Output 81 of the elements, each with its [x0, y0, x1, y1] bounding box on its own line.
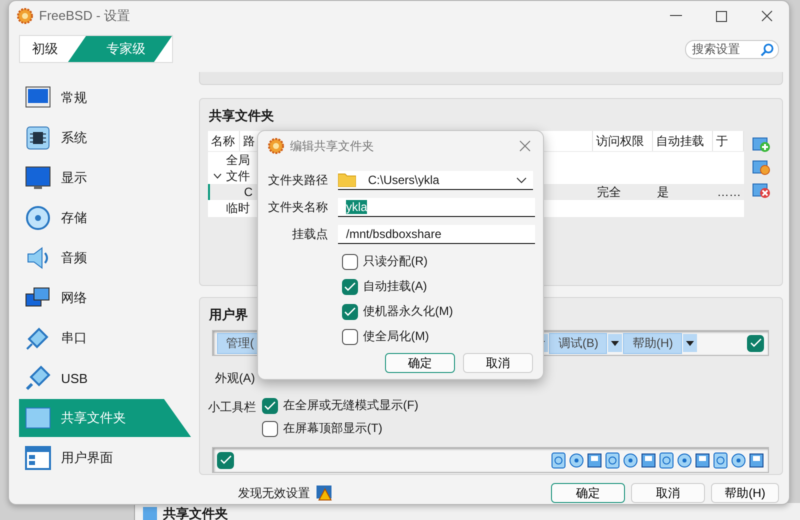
- close-icon[interactable]: [519, 140, 531, 152]
- window-icon: [25, 445, 51, 471]
- dialog-button[interactable]: 确定: [551, 483, 625, 503]
- floppy-icon[interactable]: [587, 452, 602, 468]
- checkbox-label: 在屏幕顶部显示(T): [283, 420, 382, 437]
- checkbox[interactable]: [342, 328, 358, 344]
- warning-text: 发现无效设置: [238, 484, 310, 502]
- checkbox[interactable]: [262, 420, 278, 436]
- sidebar-item[interactable]: USB: [19, 359, 191, 397]
- checkbox[interactable]: [747, 334, 764, 352]
- column-header[interactable]: 名称: [208, 131, 240, 151]
- checkbox-label: 在全屏或无缝模式显示(F): [283, 397, 418, 414]
- maximize-icon[interactable]: [716, 10, 727, 22]
- sidebar-item[interactable]: 存储: [19, 199, 191, 237]
- sidebar-item[interactable]: 系统: [19, 119, 191, 157]
- table-cell: ……: [717, 185, 741, 199]
- checkbox-label: 只读分配(R): [363, 253, 428, 270]
- background-window-title: 共享文件夹: [163, 507, 228, 520]
- checkbox[interactable]: [342, 304, 358, 320]
- input-field[interactable]: /mnt/bsdboxshare: [338, 225, 535, 244]
- dialog-button[interactable]: 取消: [463, 353, 533, 373]
- table-cell: 是: [657, 184, 669, 198]
- mode-tab[interactable]: 专家级: [68, 36, 172, 62]
- dialog-button[interactable]: 帮助(H): [711, 483, 779, 503]
- checkbox-label: 使机器永久化(M): [363, 303, 453, 320]
- caret-icon: [516, 176, 527, 184]
- table-cell: 完全: [597, 184, 621, 198]
- group-row[interactable]: 临时: [226, 200, 250, 216]
- gear-icon: [268, 138, 284, 154]
- dialog-button[interactable]: 取消: [631, 483, 705, 503]
- checkmark-icon: [750, 338, 762, 348]
- sidebar-item[interactable]: 常规: [19, 79, 191, 117]
- column-header[interactable]: 于: [713, 131, 744, 151]
- checkbox[interactable]: [217, 452, 234, 468]
- gear-icon: [17, 8, 33, 24]
- input-field[interactable]: ykla: [338, 198, 535, 217]
- sidebar-item[interactable]: 用户界面: [19, 439, 191, 477]
- checkmark-icon: [264, 400, 276, 410]
- group-row[interactable]: 文件: [226, 168, 250, 184]
- close-icon[interactable]: [761, 10, 773, 22]
- table-cell: C: [244, 185, 253, 199]
- sidebar-item[interactable]: 音频: [19, 239, 191, 277]
- column-header[interactable]: 自动挂载: [653, 131, 713, 151]
- dialog-button[interactable]: 确定: [385, 353, 455, 373]
- column-header[interactable]: 访问权限: [593, 131, 653, 151]
- checkmark-icon: [344, 282, 356, 292]
- path-combo-box[interactable]: C:\Users\ykla: [338, 171, 533, 190]
- menu-item[interactable]: 调试(B): [549, 332, 608, 354]
- window-title: FreeBSD - 设置: [39, 7, 130, 25]
- checkbox-label: 自动挂载(A): [363, 278, 427, 295]
- sidebar-item[interactable]: 显示: [19, 159, 191, 197]
- appearance-label: 外观(A): [215, 370, 256, 387]
- checkbox[interactable]: [262, 398, 278, 414]
- speaker-icon: [25, 245, 51, 271]
- field-label: 文件夹名称: [268, 199, 328, 216]
- sidebar-item[interactable]: 网络: [19, 279, 191, 317]
- section-title: 共享文件夹: [209, 107, 274, 125]
- warning-icon[interactable]: [316, 485, 332, 501]
- serial-port-icon: [25, 325, 51, 351]
- section-title: 用户界: [209, 306, 248, 324]
- checkmark-icon: [220, 455, 232, 465]
- field-label: 文件夹路径: [268, 172, 328, 189]
- search-field[interactable]: 搜索设置: [685, 40, 779, 58]
- sidebar-item[interactable]: 串口: [19, 319, 191, 357]
- remove-folder-icon[interactable]: [752, 181, 770, 199]
- disc-icon[interactable]: [569, 452, 584, 468]
- dialog-title: 编辑共享文件夹: [290, 138, 374, 154]
- group-row[interactable]: 全局: [226, 152, 250, 168]
- field-label: 挂载点: [291, 226, 328, 243]
- checkbox-label: 使全局化(M): [363, 328, 429, 345]
- sidebar-item[interactable]: 共享文件夹: [19, 399, 191, 437]
- disk-icon: [25, 205, 51, 231]
- checkbox[interactable]: [342, 278, 358, 294]
- search-icon: [760, 42, 774, 56]
- mini-toolbar-label: 小工具栏: [208, 399, 256, 416]
- checkmark-icon: [344, 306, 356, 316]
- menu-item[interactable]: 帮助(H): [623, 332, 682, 354]
- edit-folder-icon[interactable]: [752, 158, 770, 176]
- minimize-icon[interactable]: [670, 15, 682, 17]
- checkbox[interactable]: [342, 254, 358, 270]
- add-folder-icon[interactable]: [752, 135, 770, 153]
